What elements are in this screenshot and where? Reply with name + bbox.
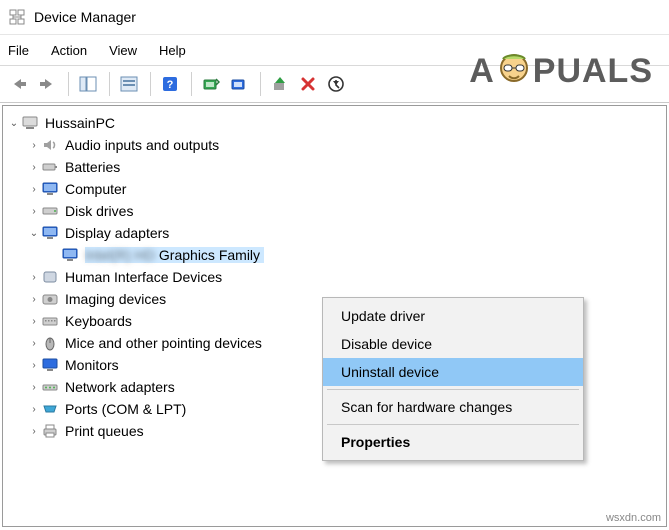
tree-item-label: Monitors xyxy=(65,357,119,373)
window-title: Device Manager xyxy=(34,9,136,25)
mouse-icon xyxy=(41,334,59,352)
show-hide-console-tree-button[interactable] xyxy=(75,71,101,97)
tree-item-computer[interactable]: › Computer xyxy=(7,178,662,200)
tree-item-label: Ports (COM & LPT) xyxy=(65,401,186,417)
expand-icon[interactable]: › xyxy=(27,338,41,349)
context-menu-separator xyxy=(327,389,579,390)
tree-item-label: Mice and other pointing devices xyxy=(65,335,262,351)
device-manager-app-icon xyxy=(8,8,26,26)
tree-item-label: Network adapters xyxy=(65,379,175,395)
expand-icon[interactable]: › xyxy=(27,382,41,393)
toolbar: ? xyxy=(0,66,669,103)
toolbar-separator xyxy=(68,72,69,96)
context-menu-properties[interactable]: Properties xyxy=(323,428,583,456)
menu-view[interactable]: View xyxy=(109,43,137,58)
expand-icon[interactable]: › xyxy=(27,360,41,371)
expand-icon[interactable]: › xyxy=(27,140,41,151)
toolbar-separator xyxy=(150,72,151,96)
device-manager-window: Device Manager File Action View Help ? xyxy=(0,0,669,530)
help-button[interactable]: ? xyxy=(157,71,183,97)
expand-icon[interactable]: › xyxy=(27,316,41,327)
tree-item-label: Graphics Family xyxy=(159,247,260,263)
tree-item-display-adapters[interactable]: ⌄ Display adapters xyxy=(7,222,662,244)
context-menu-update-driver[interactable]: Update driver xyxy=(323,302,583,330)
menubar: File Action View Help xyxy=(0,35,669,66)
back-button[interactable] xyxy=(6,71,32,97)
tree-item-label: Keyboards xyxy=(65,313,132,329)
disk-icon xyxy=(41,202,59,220)
menu-help[interactable]: Help xyxy=(159,43,186,58)
toolbar-separator xyxy=(109,72,110,96)
redacted-text: Intel(R) HD xyxy=(85,247,155,263)
menu-file[interactable]: File xyxy=(8,43,29,58)
tree-root-label: HussainPC xyxy=(45,115,115,131)
tree-item-label: Human Interface Devices xyxy=(65,269,222,285)
expand-icon[interactable]: › xyxy=(27,294,41,305)
context-menu-uninstall-device[interactable]: Uninstall device xyxy=(323,358,583,386)
monitor-icon xyxy=(41,180,59,198)
tree-item-label: Print queues xyxy=(65,423,144,439)
expand-icon[interactable]: › xyxy=(27,206,41,217)
hid-icon xyxy=(41,268,59,286)
properties-button[interactable] xyxy=(116,71,142,97)
forward-button[interactable] xyxy=(34,71,60,97)
tree-item-label: Imaging devices xyxy=(65,291,166,307)
keyboard-icon xyxy=(41,312,59,330)
network-icon xyxy=(41,378,59,396)
tree-item-hid[interactable]: › Human Interface Devices xyxy=(7,266,662,288)
camera-icon xyxy=(41,290,59,308)
expand-icon[interactable]: › xyxy=(27,426,41,437)
expand-icon[interactable]: › xyxy=(27,184,41,195)
display-adapter-icon xyxy=(61,246,79,264)
titlebar: Device Manager xyxy=(0,0,669,35)
speaker-icon xyxy=(41,136,59,154)
expand-icon[interactable]: › xyxy=(27,404,41,415)
expand-icon[interactable]: › xyxy=(27,272,41,283)
computer-root-icon xyxy=(21,114,39,132)
collapse-icon[interactable]: ⌄ xyxy=(27,228,41,239)
tree-item-gpu-label-wrap: Intel(R) HD Graphics Family xyxy=(85,247,264,263)
toolbar-separator xyxy=(260,72,261,96)
tree-item-label: Display adapters xyxy=(65,225,169,241)
display-adapter-icon xyxy=(41,224,59,242)
tree-item-label: Computer xyxy=(65,181,126,197)
disable-device-button[interactable] xyxy=(323,71,349,97)
serial-port-icon xyxy=(41,400,59,418)
context-menu-separator xyxy=(327,424,579,425)
context-menu-disable-device[interactable]: Disable device xyxy=(323,330,583,358)
tree-root[interactable]: ⌄ HussainPC xyxy=(7,112,662,134)
context-menu-scan-hardware[interactable]: Scan for hardware changes xyxy=(323,393,583,421)
tree-item-label: Disk drives xyxy=(65,203,133,219)
monitor-icon xyxy=(41,356,59,374)
svg-text:?: ? xyxy=(167,79,174,91)
tree-item-label: Batteries xyxy=(65,159,120,175)
expand-icon[interactable]: › xyxy=(27,162,41,173)
tree-item-label: Audio inputs and outputs xyxy=(65,137,219,153)
context-menu: Update driver Disable device Uninstall d… xyxy=(322,297,584,461)
uninstall-device-button[interactable] xyxy=(295,71,321,97)
tree-item-disks[interactable]: › Disk drives xyxy=(7,200,662,222)
tree-item-gpu[interactable]: Intel(R) HD Graphics Family xyxy=(7,244,662,266)
toolbar-separator xyxy=(191,72,192,96)
enable-device-button[interactable] xyxy=(267,71,293,97)
scan-hardware-button[interactable] xyxy=(198,71,224,97)
tree-item-batteries[interactable]: › Batteries xyxy=(7,156,662,178)
source-watermark: wsxdn.com xyxy=(606,512,661,524)
expand-icon[interactable]: ⌄ xyxy=(7,118,21,129)
tree-item-audio[interactable]: › Audio inputs and outputs xyxy=(7,134,662,156)
menu-action[interactable]: Action xyxy=(51,43,87,58)
printer-icon xyxy=(41,422,59,440)
update-driver-button[interactable] xyxy=(226,71,252,97)
battery-icon xyxy=(41,158,59,176)
